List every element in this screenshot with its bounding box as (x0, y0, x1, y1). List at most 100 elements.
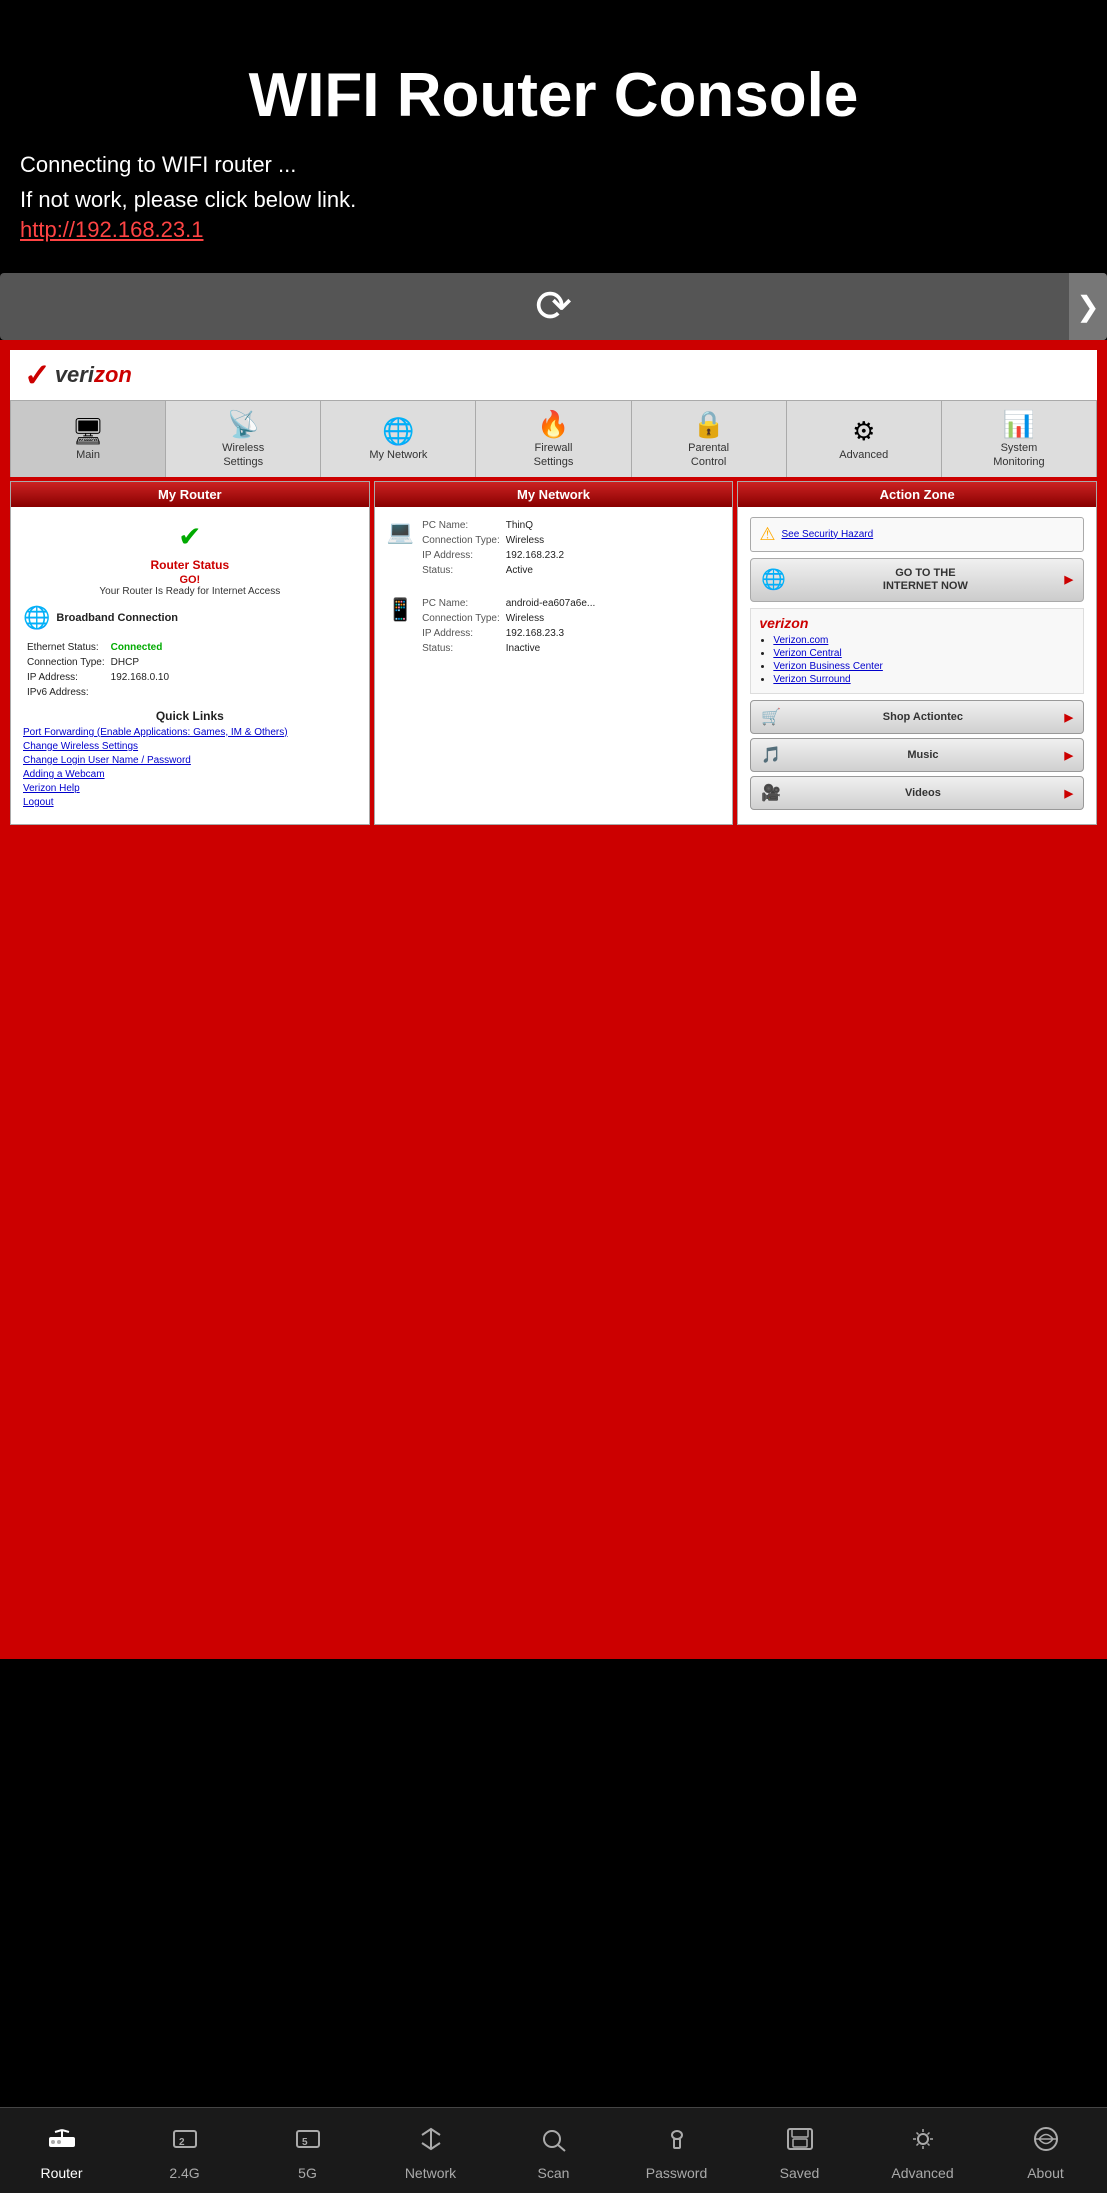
my-router-panel: My Router ✔ Router Status GO! Your Route… (10, 481, 370, 825)
page-title: WIFI Router Console (20, 60, 1087, 131)
bottom-nav-network[interactable]: Network (369, 2108, 492, 2193)
router-status-title: Router Status (23, 558, 357, 572)
videos-arrow-icon: ▶ (1065, 787, 1073, 800)
bottom-nav-2g[interactable]: 2 2.4G (123, 2108, 246, 2193)
2g-nav-icon: 2 (168, 2124, 202, 2161)
router-nav-icon (45, 2124, 79, 2161)
wireless-icon: 📡 (227, 409, 259, 440)
bottom-nav-saved[interactable]: Saved (738, 2108, 861, 2193)
2g-nav-label: 2.4G (169, 2165, 199, 2181)
tab-wireless-label: WirelessSettings (222, 442, 264, 468)
list-item: Verizon Surround (773, 674, 1075, 685)
router-status-go: GO! (23, 574, 357, 586)
ethernet-status-label: Ethernet Status: (25, 641, 107, 654)
router-link[interactable]: http://192.168.23.1 (20, 217, 1087, 243)
saved-nav-label: Saved (780, 2165, 820, 2181)
list-item: Verizon Business Center (773, 661, 1075, 672)
action-zone-panel-header: Action Zone (738, 482, 1096, 507)
tab-main[interactable]: 🖥 Main (11, 401, 166, 476)
quick-links-list: Port Forwarding (Enable Applications: Ga… (23, 727, 357, 808)
saved-nav-icon (783, 2124, 817, 2161)
bottom-nav-router[interactable]: Router (0, 2108, 123, 2193)
ip-value: 192.168.0.10 (109, 671, 171, 684)
tab-mynetwork[interactable]: 🌐 My Network (321, 401, 476, 476)
tab-parental[interactable]: 🔒 ParentalControl (632, 401, 787, 476)
action-zone-panel-body: ⚠ See Security Hazard 🌐 GO TO THEINTERNE… (738, 507, 1096, 824)
nav-tabs: 🖥 Main 📡 WirelessSettings 🌐 My Network 🔥… (10, 400, 1097, 476)
music-button[interactable]: 🎵 Music ▶ (750, 738, 1084, 772)
mynetwork-icon: 🌐 (382, 416, 414, 447)
tab-monitoring[interactable]: 📊 SystemMonitoring (942, 401, 1096, 476)
tab-advanced-label: Advanced (839, 449, 888, 462)
my-network-panel: My Network 💻 PC Name:ThinQ Connection Ty… (374, 481, 734, 825)
verizon-links-box: verizon Verizon.com Verizon Central Veri… (750, 608, 1084, 694)
go-internet-label: GO TO THEINTERNET NOW (786, 567, 1064, 593)
password-nav-icon (660, 2124, 694, 2161)
bottom-nav-about[interactable]: About (984, 2108, 1107, 2193)
list-item: Verizon Help (23, 783, 357, 794)
ethernet-table: Ethernet Status: Connected Connection Ty… (23, 639, 173, 701)
tab-main-label: Main (76, 449, 100, 462)
ipv6-label: IPv6 Address: (25, 686, 107, 699)
tab-wireless[interactable]: 📡 WirelessSettings (166, 401, 321, 476)
bottom-nav-advanced[interactable]: Advanced (861, 2108, 984, 2193)
tab-parental-label: ParentalControl (688, 442, 729, 468)
tab-firewall[interactable]: 🔥 FirewallSettings (476, 401, 631, 476)
ethernet-status-value: Connected (109, 641, 171, 654)
list-item: Adding a Webcam (23, 769, 357, 780)
device1-icon: 💻 (387, 517, 414, 579)
about-nav-icon (1029, 2124, 1063, 2161)
videos-button[interactable]: 🎥 Videos ▶ (750, 776, 1084, 810)
tab-mynetwork-label: My Network (369, 449, 427, 462)
5g-nav-label: 5G (298, 2165, 317, 2181)
bottom-nav-5g[interactable]: 5 5G (246, 2108, 369, 2193)
bottom-nav-scan[interactable]: Scan (492, 2108, 615, 2193)
subtitle-line1: Connecting to WIFI router ... (20, 152, 296, 177)
connection-type-label: Connection Type: (25, 656, 107, 669)
videos-label: Videos (905, 787, 941, 799)
verizon-links-logo: verizon (759, 615, 1075, 631)
monitoring-icon: 📊 (1003, 409, 1035, 440)
list-item: Change Wireless Settings (23, 741, 357, 752)
security-hazard-link[interactable]: See Security Hazard (781, 529, 873, 540)
music-icon: 🎵 (761, 745, 781, 765)
list-item: Change Login User Name / Password (23, 755, 357, 766)
shop-arrow-icon: ▶ (1065, 711, 1073, 724)
password-nav-label: Password (646, 2165, 707, 2181)
advanced-nav-label: Advanced (891, 2165, 953, 2181)
router-status-desc: Your Router Is Ready for Internet Access (23, 586, 357, 597)
broadband-icon: 🌐 (23, 605, 50, 631)
verizon-checkmark-icon: ✓ (24, 356, 51, 394)
refresh-icon[interactable]: ⟳ (535, 281, 572, 332)
advanced-icon: ⚙ (852, 416, 875, 447)
quick-links-title: Quick Links (23, 709, 357, 723)
subtitle-line2: If not work, please click below link. (20, 187, 356, 212)
parental-icon: 🔒 (692, 409, 724, 440)
network-device-1: 💻 PC Name:ThinQ Connection Type:Wireless… (387, 517, 721, 585)
video-icon: 🎥 (761, 783, 781, 803)
my-network-panel-header: My Network (375, 482, 733, 507)
tab-advanced[interactable]: ⚙ Advanced (787, 401, 942, 476)
go-internet-button[interactable]: 🌐 GO TO THEINTERNET NOW ▶ (750, 558, 1084, 602)
bottom-nav-password[interactable]: Password (615, 2108, 738, 2193)
verizon-links-list: Verizon.com Verizon Central Verizon Busi… (759, 635, 1075, 685)
router-nav-label: Router (40, 2165, 82, 2181)
device2-info: PC Name:android-ea607a6e... Connection T… (420, 595, 601, 657)
firewall-icon: 🔥 (537, 409, 569, 440)
shop-actiontec-button[interactable]: 🛒 Shop Actiontec ▶ (750, 700, 1084, 734)
music-arrow-icon: ▶ (1065, 749, 1073, 762)
verizon-logo-text: verizon (55, 362, 132, 388)
forward-arrow-icon[interactable]: ❯ (1069, 273, 1107, 340)
my-router-panel-header: My Router (11, 482, 369, 507)
broadband-row: 🌐 Broadband Connection (23, 605, 357, 631)
svg-text:5: 5 (302, 2137, 308, 2148)
warning-icon: ⚠ (759, 524, 775, 545)
globe-icon: 🌐 (761, 567, 786, 592)
broadband-label: Broadband Connection (56, 612, 178, 624)
bottom-nav: Router 2 2.4G 5 5G Network (0, 2107, 1107, 2193)
tab-firewall-label: FirewallSettings (534, 442, 574, 468)
shop-label: Shop Actiontec (883, 711, 963, 723)
ip-label: IP Address: (25, 671, 107, 684)
my-router-panel-body: ✔ Router Status GO! Your Router Is Ready… (11, 507, 369, 821)
verizon-logo: ✓ verizon (24, 356, 132, 394)
